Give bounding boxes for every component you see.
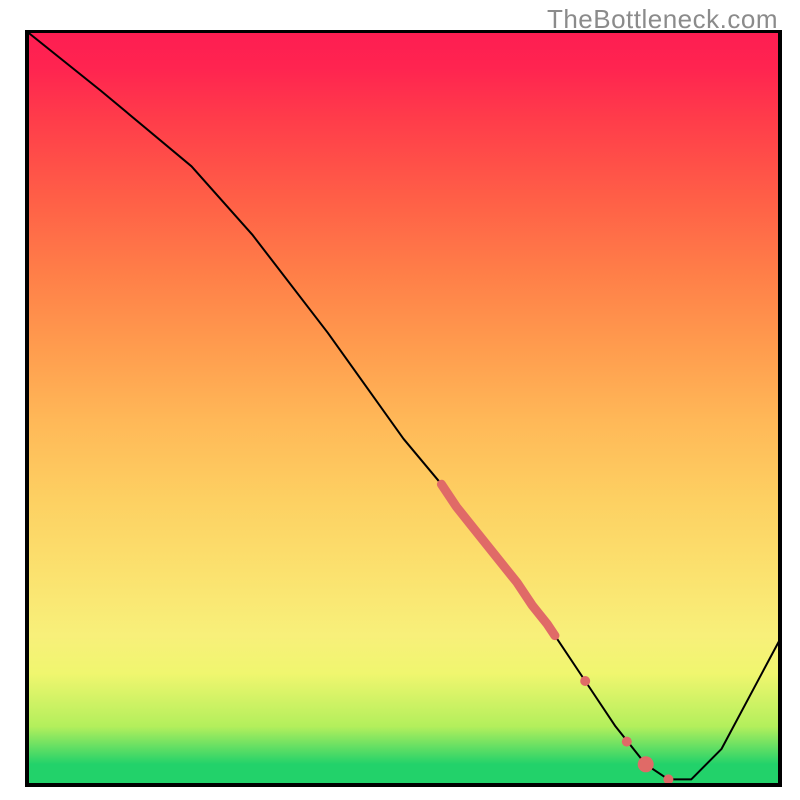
chart-container: TheBottleneck.com — [0, 0, 800, 800]
plot-area — [25, 30, 782, 787]
plot-frame — [25, 30, 782, 787]
